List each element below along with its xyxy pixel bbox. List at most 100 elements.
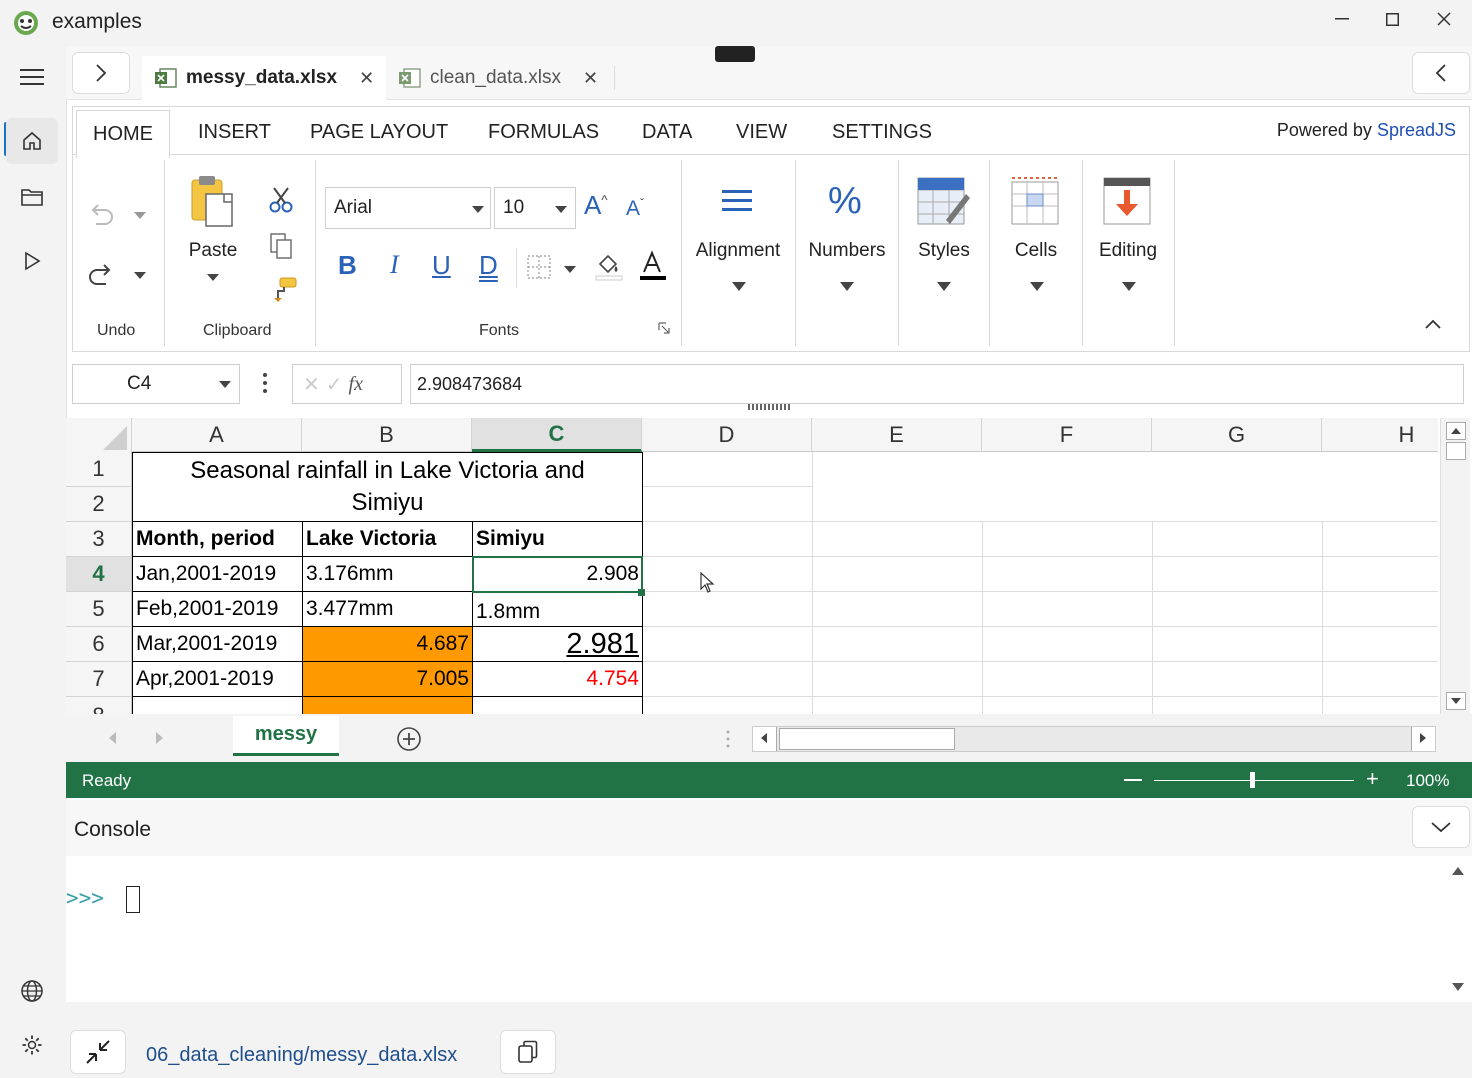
cell-c5[interactable]: 1.8mm <box>472 591 643 627</box>
row-header-8[interactable]: 8 <box>66 697 132 714</box>
italic-button[interactable]: I <box>390 250 399 280</box>
tab-page-layout[interactable]: PAGE LAYOUT <box>294 110 464 154</box>
row-header-2[interactable]: 2 <box>66 487 132 522</box>
format-painter-button[interactable] <box>270 276 298 304</box>
horizontal-scroll-thumb[interactable] <box>779 728 955 750</box>
tab-splitter[interactable] <box>726 730 730 748</box>
underline-button[interactable]: U <box>432 250 451 281</box>
alignment-dropdown[interactable] <box>732 282 746 291</box>
cell-c7[interactable]: 4.754 <box>472 661 643 697</box>
undo-dropdown[interactable] <box>134 212 146 219</box>
minimize-button[interactable] <box>1322 6 1362 32</box>
scroll-right-button[interactable] <box>1411 727 1435 751</box>
redo-dropdown[interactable] <box>134 272 146 279</box>
spreadjs-link[interactable]: SpreadJS <box>1377 120 1456 140</box>
zoom-level[interactable]: 100% <box>1406 771 1449 791</box>
styles-button[interactable] <box>916 176 970 228</box>
percent-icon[interactable]: % <box>828 180 862 223</box>
cell-c6[interactable]: 2.981 <box>472 626 643 662</box>
column-header-d[interactable]: D <box>642 418 812 452</box>
column-header-a[interactable]: A <box>132 418 302 452</box>
row-header-6[interactable]: 6 <box>66 627 132 662</box>
console-output[interactable]: >>> <box>66 856 1472 1002</box>
close-tab-icon[interactable]: ✕ <box>583 68 598 89</box>
select-all-corner[interactable] <box>66 418 132 452</box>
scroll-up-button[interactable] <box>1446 422 1466 440</box>
column-header-h[interactable]: H <box>1322 418 1438 452</box>
files-button[interactable] <box>6 174 58 220</box>
run-button[interactable] <box>6 238 58 284</box>
font-name-select[interactable]: Arial <box>325 187 491 229</box>
column-header-e[interactable]: E <box>812 418 982 452</box>
cell-a6[interactable]: Mar,2001-2019 <box>132 626 303 662</box>
web-button[interactable] <box>6 968 58 1014</box>
confirm-formula-icon[interactable]: ✓ <box>326 372 343 397</box>
zoom-out-button[interactable] <box>1124 779 1142 781</box>
formula-input[interactable]: 2.908473684 <box>410 364 1464 404</box>
vertical-scrollbar[interactable] <box>1440 418 1470 714</box>
more-options-button[interactable] <box>262 372 268 394</box>
cell-b7[interactable]: 7.005 <box>302 661 473 697</box>
decrease-font-button[interactable]: Aˇ <box>626 196 644 221</box>
file-tab-clean[interactable]: clean_data.xlsx ✕ <box>386 56 610 100</box>
cell-b8[interactable] <box>302 696 473 714</box>
horizontal-scrollbar[interactable] <box>752 726 1436 752</box>
cells-button[interactable] <box>1010 176 1062 228</box>
fill-color-button[interactable] <box>594 250 624 282</box>
tab-data[interactable]: DATA <box>626 110 708 154</box>
close-window-button[interactable] <box>1424 6 1464 32</box>
console-scroll-down[interactable] <box>1450 982 1466 994</box>
console-scroll-up[interactable] <box>1450 864 1466 876</box>
fill-handle[interactable] <box>638 589 645 596</box>
column-header-f[interactable]: F <box>982 418 1152 452</box>
tab-settings[interactable]: SETTINGS <box>816 110 948 154</box>
copy-path-button[interactable] <box>500 1030 556 1074</box>
row-header-7[interactable]: 7 <box>66 662 132 697</box>
tab-insert[interactable]: INSERT <box>182 110 287 154</box>
header-cell-simiyu[interactable]: Simiyu <box>472 521 643 557</box>
cell-c8[interactable] <box>472 696 643 714</box>
cell-a5[interactable]: Feb,2001-2019 <box>132 591 303 627</box>
numbers-dropdown[interactable] <box>840 282 854 291</box>
prev-sheet-button[interactable] <box>106 730 118 746</box>
cell-b6[interactable]: 4.687 <box>302 626 473 662</box>
shrink-button[interactable] <box>70 1030 126 1074</box>
scroll-left-button[interactable] <box>753 727 777 751</box>
menu-button[interactable] <box>6 54 58 100</box>
name-box[interactable]: C4 <box>72 364 240 404</box>
cut-button[interactable] <box>268 186 294 214</box>
close-tab-icon[interactable]: ✕ <box>359 68 374 89</box>
scroll-thumb[interactable] <box>1446 442 1466 460</box>
cells-dropdown[interactable] <box>1030 282 1044 291</box>
settings-button[interactable] <box>6 1022 58 1068</box>
editing-button[interactable] <box>1102 176 1154 228</box>
collapse-panel-button[interactable] <box>1412 52 1470 94</box>
borders-dropdown[interactable] <box>564 266 576 273</box>
cell-b5[interactable]: 3.477mm <box>302 591 473 627</box>
title-cell[interactable]: Seasonal rainfall in Lake Victoria and S… <box>132 452 643 522</box>
row-header-3[interactable]: 3 <box>66 522 132 557</box>
cancel-formula-icon[interactable]: ✕ <box>303 372 320 397</box>
spreadsheet-grid[interactable]: A B C D E F G H 1 2 3 4 5 6 7 8 Seasonal… <box>66 418 1438 714</box>
header-cell-month[interactable]: Month, period <box>132 521 303 557</box>
row-header-5[interactable]: 5 <box>66 592 132 627</box>
alignment-button[interactable] <box>720 186 754 216</box>
tab-formulas[interactable]: FORMULAS <box>472 110 615 154</box>
row-header-1[interactable]: 1 <box>66 452 132 487</box>
tab-home[interactable]: HOME <box>76 110 170 158</box>
row-header-4[interactable]: 4 <box>66 557 132 592</box>
header-cell-lake-victoria[interactable]: Lake Victoria <box>302 521 473 557</box>
redo-button[interactable] <box>86 260 116 290</box>
formula-resize-handle[interactable] <box>748 404 790 410</box>
sheet-tab-messy[interactable]: messy <box>233 716 339 756</box>
file-path-link[interactable]: 06_data_cleaning/messy_data.xlsx <box>146 1044 457 1067</box>
cell-a8[interactable] <box>132 696 303 714</box>
cell-a4[interactable]: Jan,2001-2019 <box>132 556 303 592</box>
font-color-button[interactable] <box>638 250 668 282</box>
cell-a7[interactable]: Apr,2001-2019 <box>132 661 303 697</box>
console-cursor[interactable] <box>126 886 140 913</box>
home-button[interactable] <box>6 118 58 164</box>
expand-sidebar-button[interactable] <box>72 52 130 94</box>
collapse-ribbon-button[interactable] <box>1424 318 1442 330</box>
cell-b4[interactable]: 3.176mm <box>302 556 473 592</box>
